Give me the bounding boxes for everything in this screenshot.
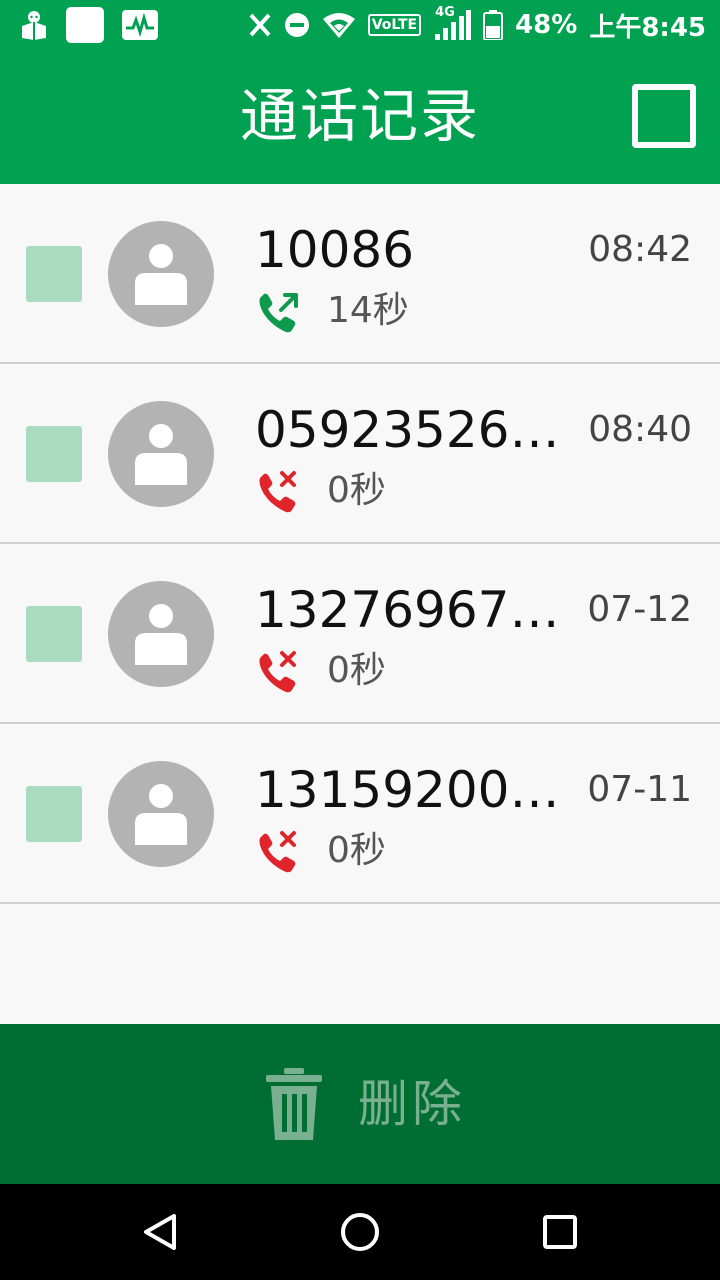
status-left-icons	[20, 7, 158, 43]
sync-x-icon	[248, 12, 272, 38]
call-log-row-1[interactable]: 10086 08:42 14秒	[0, 184, 720, 364]
screen: VoLTE 4G 48% 上午8:45 通话记录 10086 08:42 14秒…	[0, 0, 720, 1280]
call-time: 07-11	[587, 769, 692, 810]
call-log-list: 10086 08:42 14秒 059235268... 08:40 0秒 13…	[0, 184, 720, 904]
wifi-icon	[322, 11, 356, 39]
call-duration: 0秒	[327, 470, 386, 511]
network-type-label: 4G	[435, 5, 455, 20]
call-duration: 0秒	[327, 830, 386, 871]
delete-label: 删除	[358, 1075, 466, 1133]
contact-avatar-icon	[108, 581, 214, 687]
battery-icon	[483, 10, 504, 40]
contact-avatar-icon	[108, 761, 214, 867]
volte-indicator: VoLTE	[367, 14, 422, 36]
row-checkbox[interactable]	[26, 606, 82, 662]
row-checkbox[interactable]	[26, 426, 82, 482]
call-log-row-2[interactable]: 059235268... 08:40 0秒	[0, 364, 720, 544]
status-right-icons: VoLTE 4G 48% 上午8:45	[248, 6, 706, 44]
do-not-disturb-icon	[284, 12, 310, 38]
row-checkbox[interactable]	[26, 246, 82, 302]
missed-call-icon	[256, 470, 302, 514]
activity-monitor-icon	[122, 10, 158, 40]
blank-notification-icon	[66, 7, 104, 43]
title-bar: 通话记录	[0, 50, 720, 184]
status-bar: VoLTE 4G 48% 上午8:45	[0, 0, 720, 50]
row-checkbox[interactable]	[26, 786, 82, 842]
page-title: 通话记录	[239, 82, 480, 150]
call-log-row-3[interactable]: 132769676... 07-12 0秒	[0, 544, 720, 724]
call-time: 08:42	[588, 229, 692, 270]
clock: 上午8:45	[589, 12, 706, 43]
contact-avatar-icon	[108, 221, 214, 327]
phone-number: 10086	[255, 221, 415, 279]
select-all-checkbox[interactable]	[632, 84, 696, 148]
call-log-row-4[interactable]: 131592009... 07-11 0秒	[0, 724, 720, 904]
delete-button[interactable]: 删除	[0, 1024, 720, 1184]
contact-avatar-icon	[108, 401, 214, 507]
home-icon[interactable]	[336, 1208, 384, 1256]
phone-number: 059235268...	[255, 401, 567, 459]
call-time: 07-12	[587, 589, 692, 630]
call-duration: 0秒	[327, 650, 386, 691]
navigation-bar	[0, 1184, 720, 1280]
call-time: 08:40	[588, 409, 692, 450]
back-icon[interactable]	[136, 1208, 184, 1256]
outgoing-call-icon	[256, 290, 302, 334]
call-duration: 14秒	[327, 290, 409, 331]
app-notification-icon	[20, 10, 48, 40]
phone-number: 131592009...	[255, 761, 567, 819]
missed-call-icon	[256, 650, 302, 694]
recents-icon[interactable]	[536, 1208, 584, 1256]
missed-call-icon	[256, 830, 302, 874]
cell-signal-icon: 4G	[433, 6, 472, 40]
phone-number: 132769676...	[255, 581, 567, 639]
battery-percent: 48%	[515, 10, 578, 40]
trash-icon	[266, 1068, 322, 1140]
